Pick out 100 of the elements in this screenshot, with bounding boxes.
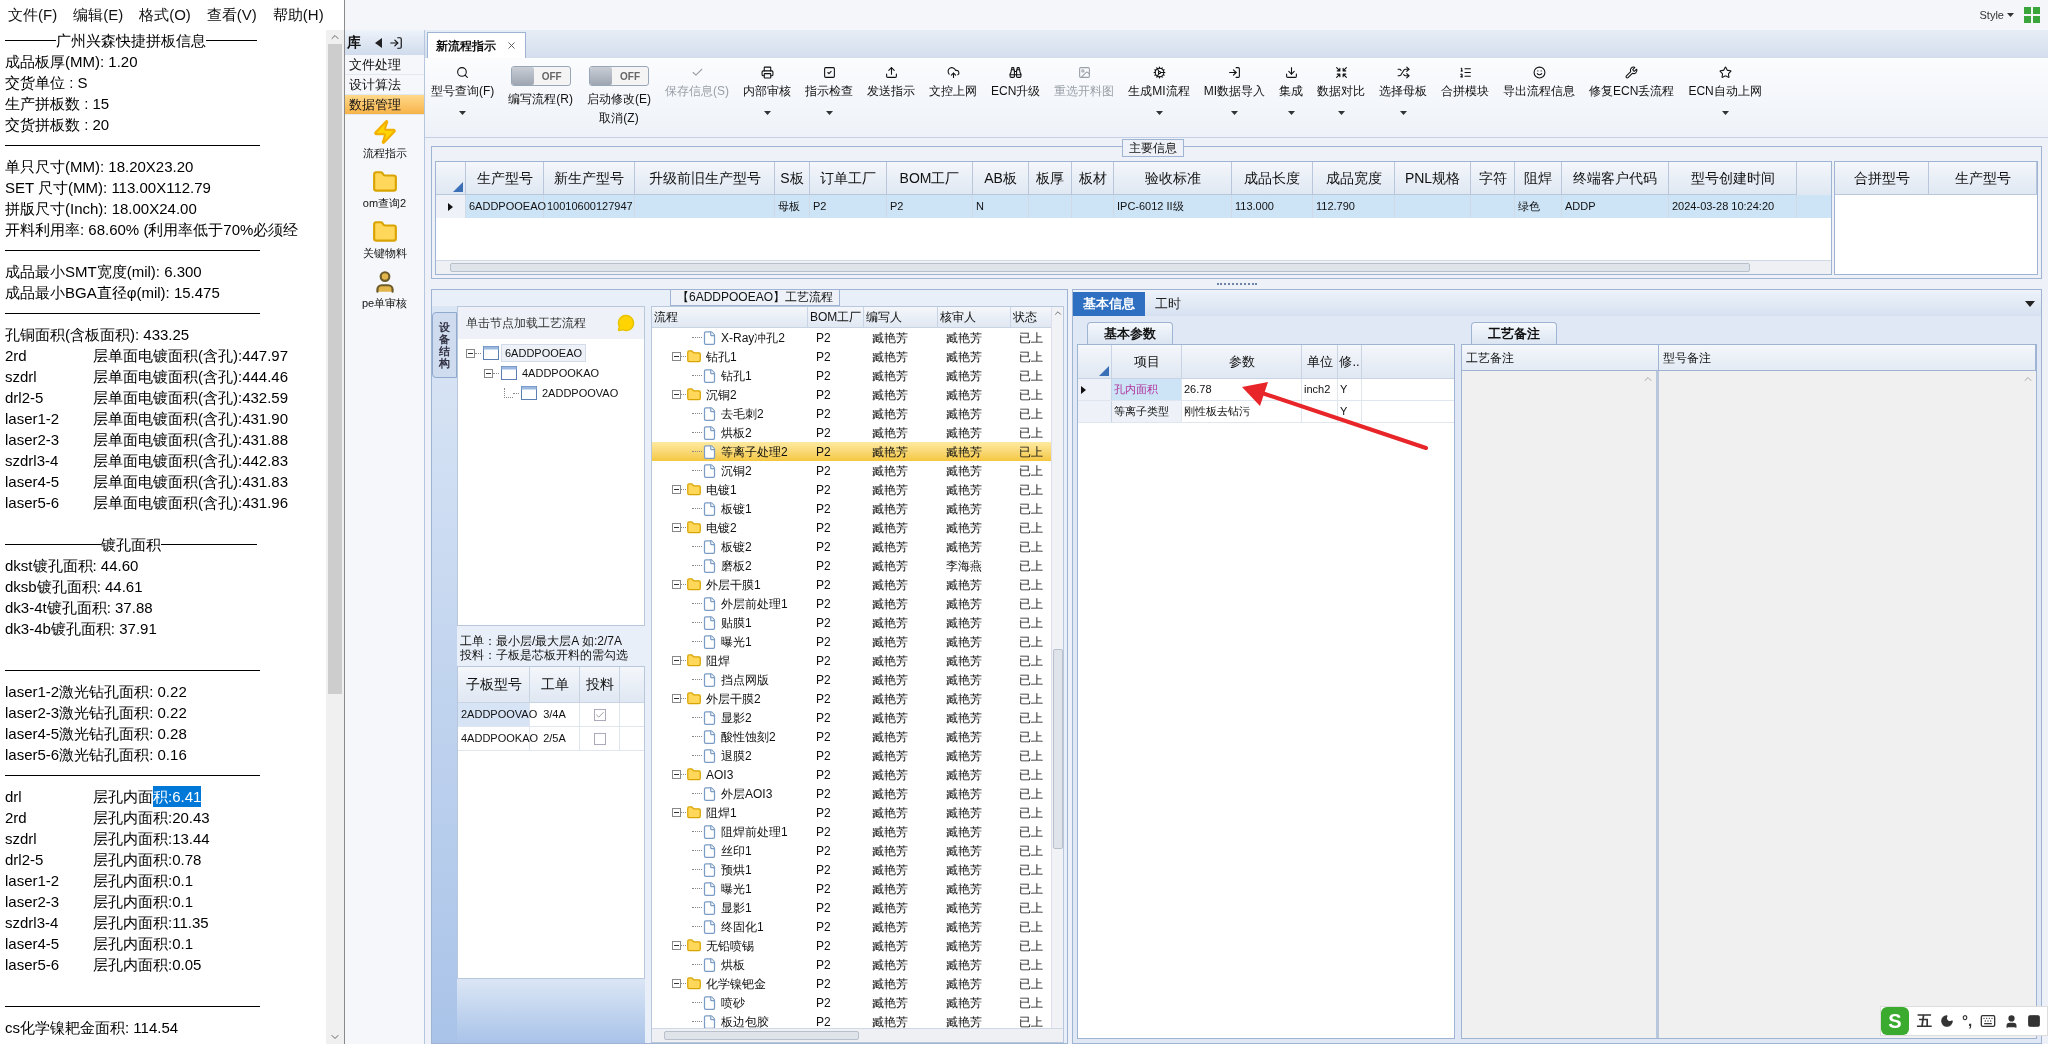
toolbar-button[interactable]: 文控上网 [929,66,977,100]
process-row[interactable]: 曝光1 P2 臧艳芳 臧艳芳 已上 [652,632,1051,651]
column-header[interactable]: 生产型号 [1929,162,2037,195]
person-icon[interactable] [2004,1013,2020,1029]
process-row[interactable]: 退膜2 P2 臧艳芳 臧艳芳 已上 [652,746,1051,765]
toolbar-button[interactable]: 选择母板 [1379,66,1428,115]
tree-node[interactable]: 4ADDPOOKAO [519,364,603,382]
menu-item[interactable]: 格式(O) [139,3,191,27]
column-header[interactable]: 修.. [1338,345,1362,379]
process-row[interactable]: 终固化1 P2 臧艳芳 臧艳芳 已上 [652,917,1051,936]
horizontal-scrollbar[interactable] [652,1028,1063,1042]
process-row[interactable]: 显影2 P2 臧艳芳 臧艳芳 已上 [652,708,1051,727]
nav-item[interactable]: om查询2 [345,165,424,215]
collapse-box-icon[interactable] [672,979,681,988]
process-row[interactable]: 板镀2 P2 臧艳芳 臧艳芳 已上 [652,537,1051,556]
toolbar-button[interactable]: 数据对比 [1317,66,1366,115]
collapse-box-icon[interactable] [672,352,681,361]
collapse-icon[interactable] [375,37,383,48]
collapse-box-icon[interactable] [672,808,681,817]
toolbar-button[interactable]: MI数据导入 [1203,66,1266,115]
column-header[interactable]: 单位 [1302,345,1338,379]
vertical-scrollbar[interactable] [1051,307,1063,1028]
process-row[interactable]: 钻孔1 P2 臧艳芳 臧艳芳 已上 [652,366,1051,385]
tab[interactable]: 基本信息 [1073,292,1145,316]
collapse-box-icon[interactable] [466,348,475,358]
nav-item[interactable]: 数据管理 [345,95,424,115]
process-row[interactable]: 曝光1 P2 臧艳芳 臧艳芳 已上 [652,879,1051,898]
table-row[interactable]: 6ADDPOOEAO10010600127947 母板 P2 P2 N IPC-6012 II级 113.000 112.790 绿色 ADDP 2024-03-28 10:24:20 [436,195,1831,218]
collapse-box-icon[interactable] [672,580,681,589]
horizontal-scrollbar[interactable] [436,260,1831,274]
process-row[interactable]: 外层AOI3 P2 臧艳芳 臧艳芳 已上 [652,784,1051,803]
close-icon[interactable] [506,40,517,51]
process-row[interactable]: 阻焊1 P2 臧艳芳 臧艳芳 已上 [652,803,1051,822]
dropdown-icon[interactable] [2025,301,2035,307]
toolbar-button[interactable]: 内部审核 [743,66,791,115]
process-row[interactable]: 等离子处理2 P2 臧艳芳 臧艳芳 已上 [652,442,1051,461]
menu-item[interactable]: 文件(F) [8,3,58,27]
collapse-box-icon[interactable] [672,941,681,950]
ime-button[interactable]: °, [1962,1009,1973,1033]
toolbar-button[interactable]: 集成 [1279,66,1304,115]
process-row[interactable]: X-Ray冲孔2 P2 臧艳芳 臧艳芳 已上 [652,328,1051,347]
scroll-thumb[interactable] [1052,649,1063,849]
tree-node[interactable]: 2ADDPOOVAO [539,384,622,402]
process-row[interactable]: 电镀1 P2 臧艳芳 臧艳芳 已上 [652,480,1051,499]
toggle-switch[interactable]: OFF [589,66,649,86]
process-row[interactable]: 化学镍钯金 P2 臧艳芳 臧艳芳 已上 [652,974,1051,993]
process-row[interactable]: 钻孔1 P2 臧艳芳 臧艳芳 已上 [652,347,1051,366]
collapse-box-icon[interactable] [672,485,681,494]
column-header[interactable]: 工单 [530,667,580,703]
moon-icon[interactable] [1940,1014,1954,1028]
toolbar-button[interactable]: 发送指示 [867,66,915,100]
tab[interactable]: 新流程指示 [427,32,526,58]
collapse-box-icon[interactable] [672,390,681,399]
process-row[interactable]: 板镀1 P2 臧艳芳 臧艳芳 已上 [652,499,1051,518]
remark-field[interactable] [1659,371,2036,1038]
collapse-box-icon[interactable] [672,770,681,779]
process-row[interactable]: 电镀2 P2 臧艳芳 臧艳芳 已上 [652,518,1051,537]
process-row[interactable]: 酸性蚀刻2 P2 臧艳芳 臧艳芳 已上 [652,727,1051,746]
process-row[interactable]: 贴膜1 P2 臧艳芳 臧艳芳 已上 [652,613,1051,632]
ime-button[interactable]: 五 [1917,1009,1932,1033]
toolbar-button[interactable]: 生成MI流程 [1128,66,1190,115]
nav-item[interactable]: 关键物料 [345,215,424,265]
keyboard-icon[interactable] [1980,1013,1997,1029]
collapse-box-icon[interactable] [672,694,681,703]
table-row[interactable]: 4ADDPOOKAO 2/5A [458,727,644,751]
panel-tab[interactable]: 基本参数 [1087,322,1173,344]
menu-item[interactable]: 帮助(H) [272,3,324,27]
toolbar-button[interactable]: 修复ECN丢流程 [1589,66,1675,100]
process-row[interactable]: 磨板2 P2 臧艳芳 李海燕 已上 [652,556,1051,575]
toggle-switch[interactable]: OFF [510,66,571,86]
toolbar-button[interactable]: 导出流程信息 [1503,66,1576,100]
panel-tab[interactable]: 工艺备注 [1471,322,1557,344]
process-row[interactable]: 喷砂 P2 臧艳芳 臧艳芳 已上 [652,993,1051,1012]
toolbar-button[interactable]: 型号查询(F) [431,66,495,115]
column-header[interactable]: BOM工厂 [808,307,864,328]
nav-item[interactable]: 流程指示 [345,115,424,165]
table-row[interactable]: 等离子类型 刚性板去钻污 Y [1078,401,1454,423]
windows-icon[interactable] [2024,7,2040,23]
column-header[interactable]: 投料 [580,667,620,703]
collapse-box-icon[interactable] [484,368,493,378]
process-row[interactable]: 挡点网版 P2 臧艳芳 臧艳芳 已上 [652,670,1051,689]
process-row[interactable]: 阻焊 P2 臧艳芳 臧艳芳 已上 [652,651,1051,670]
column-header[interactable]: 流程 [652,307,808,328]
process-row[interactable]: AOI3 P2 臧艳芳 臧艳芳 已上 [652,765,1051,784]
process-row[interactable]: 无铅喷锡 P2 臧艳芳 臧艳芳 已上 [652,936,1051,955]
menu-item[interactable]: 编辑(E) [73,3,124,27]
toolbar-button[interactable]: 指示检查 [805,66,853,115]
process-row[interactable]: 阻焊前处理1 P2 臧艳芳 臧艳芳 已上 [652,822,1051,841]
column-header[interactable]: 编写人 [864,307,938,328]
process-row[interactable]: 烘板 P2 臧艳芳 臧艳芳 已上 [652,955,1051,974]
process-row[interactable]: 外层干膜1 P2 臧艳芳 臧艳芳 已上 [652,575,1051,594]
process-row[interactable]: 丝印1 P2 臧艳芳 臧艳芳 已上 [652,841,1051,860]
process-row[interactable]: 外层干膜2 P2 臧艳芳 臧艳芳 已上 [652,689,1051,708]
remark-field[interactable] [1462,371,1659,1038]
checkbox[interactable] [593,708,606,721]
collapse-box-icon[interactable] [672,656,681,665]
column-header[interactable]: 合拼型号 [1835,162,1929,195]
process-row[interactable]: 显影1 P2 臧艳芳 臧艳芳 已上 [652,898,1051,917]
toolbar-button[interactable]: ECN升级 [991,66,1041,100]
checkbox[interactable] [593,732,606,745]
